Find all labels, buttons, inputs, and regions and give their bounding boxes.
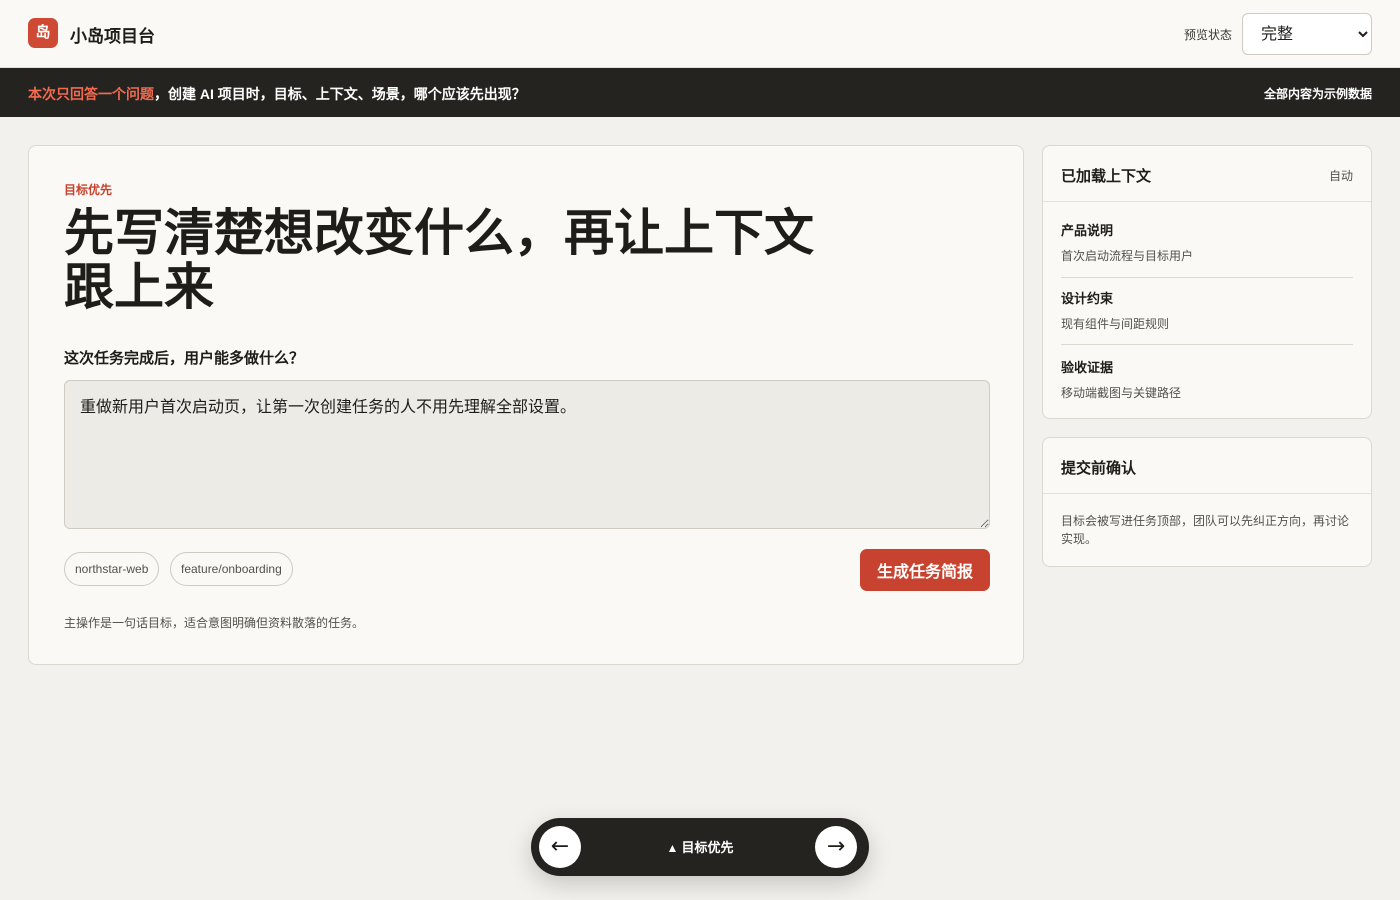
banner-question-text: ，创建 AI 项目时，目标、上下文、场景，哪个应该先出现？ — [154, 86, 526, 102]
goal-card: 目标优先 先写清楚想改变什么，再让上下文跟上来 这次任务完成后，用户能多做什么？… — [28, 145, 1024, 665]
banner-highlight: 本次只回答一个问题 — [28, 86, 154, 102]
context-item-desc: 首次启动流程与目标用户 — [1061, 249, 1194, 263]
banner-question: 本次只回答一个问题，创建 AI 项目时，目标、上下文、场景，哪个应该先出现？ — [28, 84, 526, 104]
repo-chip[interactable]: northstar-web — [64, 552, 160, 586]
context-item-title: 验收证据 — [1061, 360, 1114, 375]
triangle-icon: ▲ — [666, 841, 679, 855]
question-banner: 本次只回答一个问题，创建 AI 项目时，目标、上下文、场景，哪个应该先出现？ 全… — [0, 68, 1400, 117]
context-item-product[interactable]: 产品说明 首次启动流程与目标用户 — [1061, 220, 1353, 278]
goal-input[interactable]: 重做新用户首次启动页，让第一次创建任务的人不用先理解全部设置。 — [64, 380, 990, 529]
pre-submit-confirm-panel: 提交前确认 目标会被写进任务顶部，团队可以先纠正方向，再讨论实现。 — [1042, 437, 1372, 567]
current-step-text: 目标优先 — [681, 840, 734, 855]
context-item-evidence[interactable]: 验收证据 移动端截图与关键路径 — [1061, 357, 1353, 400]
loaded-context-panel: 已加载上下文 自动 产品说明 首次启动流程与目标用户 设计约束 现有组件与间距规… — [1042, 145, 1372, 419]
confirm-panel-text: 目标会被写进任务顶部，团队可以先纠正方向，再讨论实现。 — [1061, 514, 1350, 546]
page-title: 先写清楚想改变什么，再让上下文跟上来 — [64, 205, 814, 315]
context-item-design[interactable]: 设计约束 现有组件与间距规则 — [1061, 288, 1353, 345]
banner-sample-note: 全部内容为示例数据 — [1263, 87, 1372, 101]
preview-state-label: 预览状态 — [1183, 28, 1232, 42]
context-item-title: 设计约束 — [1061, 291, 1114, 306]
arrow-right-icon[interactable]: → — [815, 826, 857, 868]
goal-helper-note: 主操作是一句话目标，适合意图明确但资料散落的任务。 — [64, 616, 365, 630]
goal-question: 这次任务完成后，用户能多做什么？ — [64, 350, 305, 367]
confirm-panel-header: 提交前确认 — [1043, 438, 1371, 494]
context-mode-label: 自动 — [1328, 169, 1353, 183]
context-panel-title: 已加载上下文 — [1061, 168, 1152, 185]
branch-chip[interactable]: feature/onboarding — [170, 552, 293, 586]
app-logo-icon: 岛 — [28, 18, 58, 48]
preview-state-select[interactable]: 完整 — [1242, 13, 1372, 55]
generate-brief-button[interactable]: 生成任务简报 — [860, 549, 990, 591]
context-item-desc: 移动端截图与关键路径 — [1061, 386, 1182, 400]
top-bar: 岛 小岛项目台 预览状态 完整 — [0, 0, 1400, 68]
step-navigator: ← ▲ 目标优先 → — [531, 818, 869, 876]
context-item-title: 产品说明 — [1061, 223, 1114, 238]
context-item-desc: 现有组件与间距规则 — [1061, 317, 1170, 331]
goal-eyebrow: 目标优先 — [64, 183, 113, 197]
app-title: 小岛项目台 — [70, 27, 155, 46]
context-panel-header: 已加载上下文 自动 — [1043, 146, 1371, 202]
confirm-panel-title: 提交前确认 — [1061, 460, 1137, 477]
